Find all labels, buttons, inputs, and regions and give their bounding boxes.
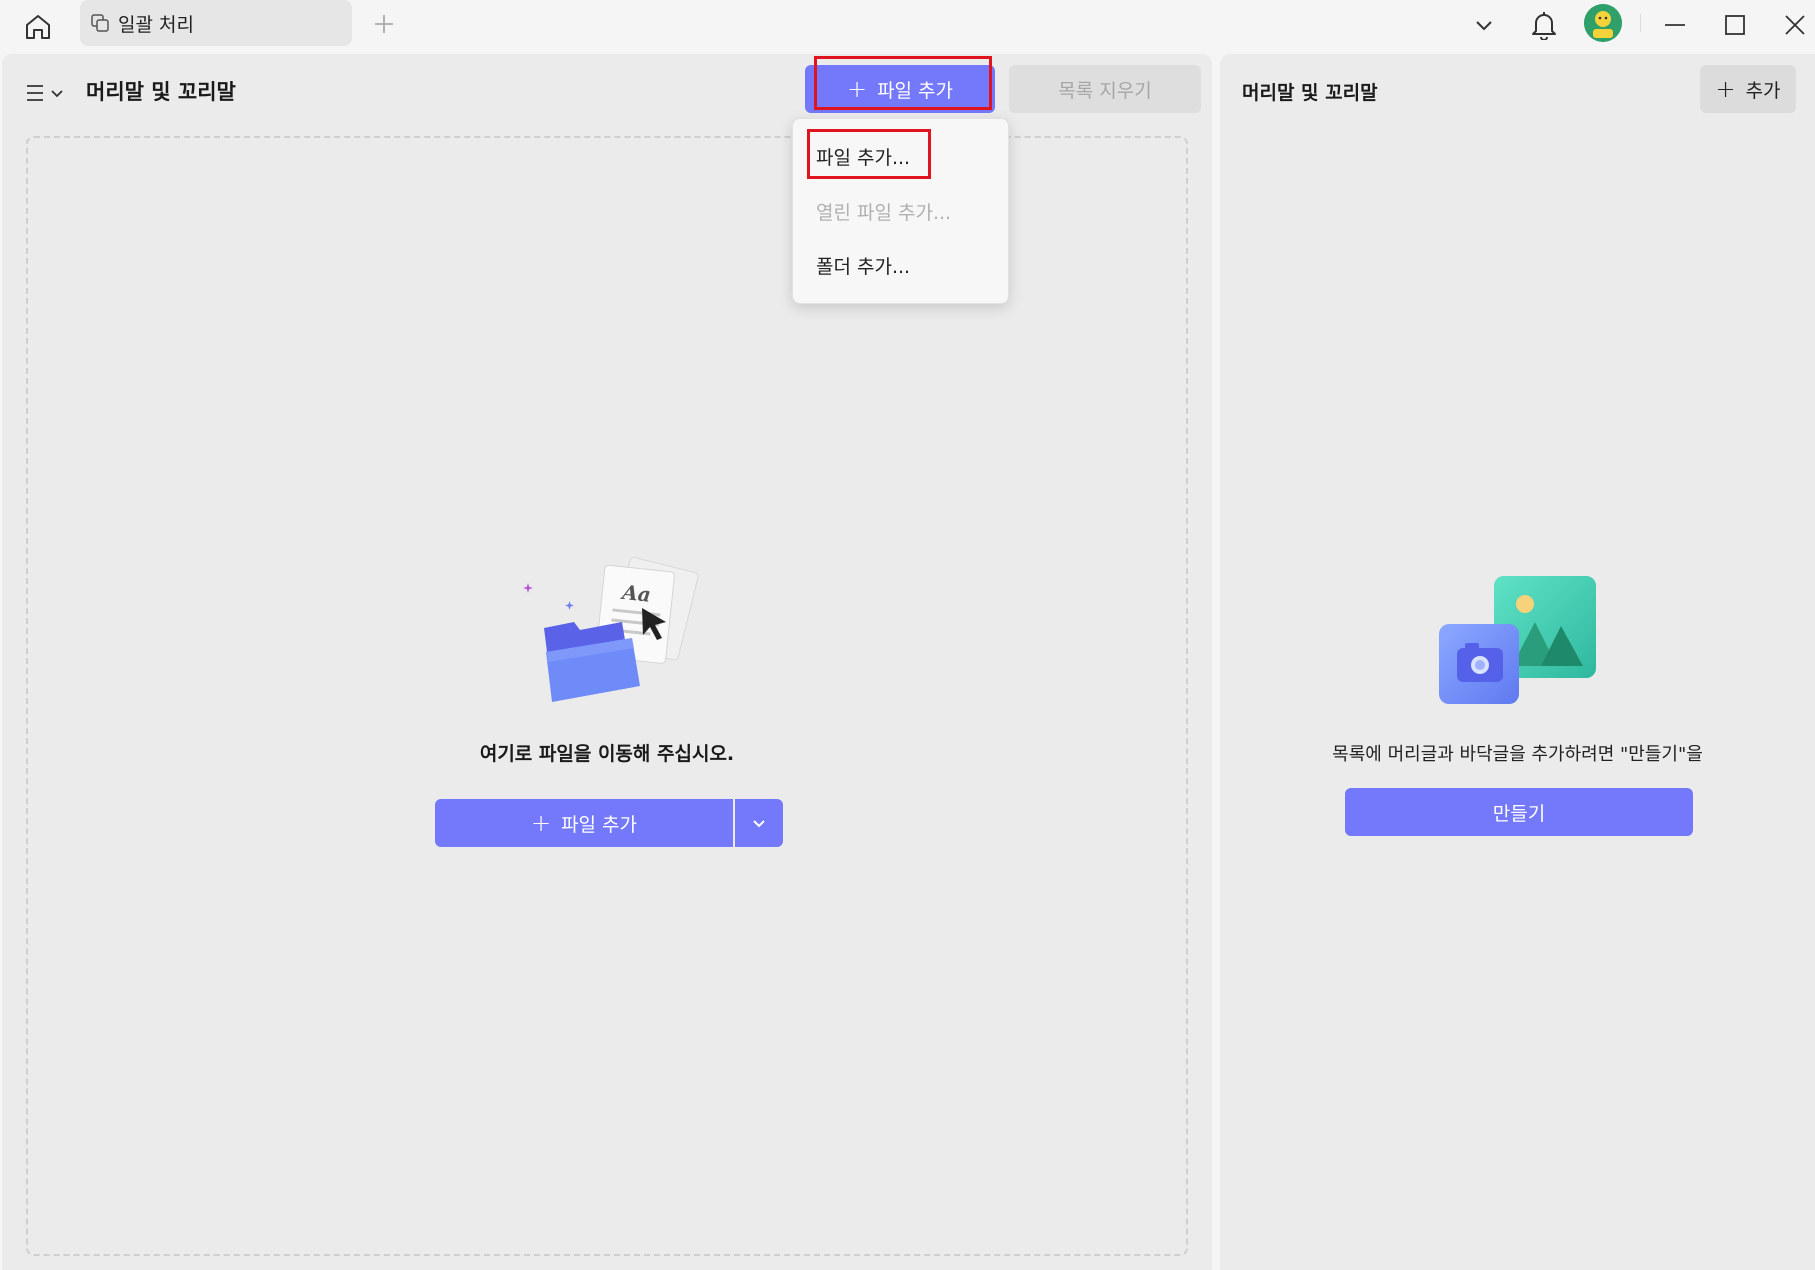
panel-title: 머리말 및 꼬리말 xyxy=(86,80,236,104)
minimize-button[interactable] xyxy=(1655,5,1695,45)
add-file-dropdown-button[interactable] xyxy=(735,799,783,847)
menu-item-add-files[interactable]: 파일 추가... xyxy=(816,143,910,170)
illustration-text: Aa xyxy=(619,580,652,607)
clear-list-label: 목록 지우기 xyxy=(1058,79,1152,102)
add-file-main-button[interactable]: + 파일 추가 xyxy=(435,799,733,847)
file-list-panel: 머리말 및 꼬리말 + 파일 추가 목록 지우기 Aa 여기로 파일을 이동해 … xyxy=(2,54,1212,1270)
maximize-icon xyxy=(1725,15,1745,35)
batch-icon xyxy=(91,14,109,32)
close-button[interactable] xyxy=(1775,5,1815,45)
close-icon xyxy=(1785,15,1805,35)
plus-icon: + xyxy=(530,809,552,837)
bell-icon xyxy=(1532,12,1556,40)
header-footer-panel: 머리말 및 꼬리말 + 추가 목록에 머리글과 바닥글을 추가하려면 "만들기"… xyxy=(1220,54,1815,1270)
add-file-dropdown-menu: 파일 추가... 열린 파일 추가... 폴더 추가... xyxy=(792,118,1009,304)
chevron-down-icon xyxy=(1476,21,1492,31)
titlebar-divider xyxy=(1640,14,1641,32)
notifications-button[interactable] xyxy=(1524,5,1564,45)
add-file-button[interactable]: + 파일 추가 xyxy=(805,65,995,113)
chevron-down-icon xyxy=(753,820,765,828)
menu-item-add-open-files: 열린 파일 추가... xyxy=(816,202,952,224)
add-file-label: 파일 추가 xyxy=(877,79,954,102)
menu-toggle-button[interactable] xyxy=(24,76,68,110)
avatar-image xyxy=(1584,4,1622,42)
drop-hint: 여기로 파일을 이동해 주십시오. xyxy=(479,743,735,765)
hamburger-icon xyxy=(27,85,43,101)
maximize-button[interactable] xyxy=(1715,5,1755,45)
home-icon xyxy=(26,15,50,39)
create-label: 만들기 xyxy=(1492,802,1546,825)
plus-icon: + xyxy=(1715,75,1736,103)
home-button[interactable] xyxy=(18,7,58,47)
add-file-split-button: + 파일 추가 xyxy=(435,799,783,847)
plus-icon: + xyxy=(846,75,868,103)
minimize-icon xyxy=(1665,24,1685,26)
create-hint: 목록에 머리글과 바닥글을 추가하려면 "만들기"을 xyxy=(1332,744,1703,765)
create-button[interactable]: 만들기 xyxy=(1345,788,1693,836)
new-tab-button[interactable] xyxy=(370,7,398,41)
add-template-button[interactable]: + 추가 xyxy=(1700,65,1796,113)
title-bar: 일괄 처리 xyxy=(0,0,1815,54)
clear-list-button[interactable]: 목록 지우기 xyxy=(1009,65,1201,113)
menu-item-add-folder[interactable]: 폴더 추가... xyxy=(816,252,910,279)
image-camera-illustration xyxy=(1439,576,1596,704)
chevron-down-icon xyxy=(51,90,63,98)
tabs-dropdown-button[interactable] xyxy=(1464,5,1504,45)
plus-icon xyxy=(375,15,393,33)
folder-documents-illustration: Aa xyxy=(523,556,699,702)
tab-label: 일괄 처리 xyxy=(118,13,194,36)
tab-batch-process[interactable]: 일괄 처리 xyxy=(80,0,352,46)
panel-title: 머리말 및 꼬리말 xyxy=(1242,82,1378,104)
add-template-label: 추가 xyxy=(1745,79,1781,102)
split-add-label: 파일 추가 xyxy=(561,813,638,836)
avatar[interactable] xyxy=(1584,4,1622,42)
